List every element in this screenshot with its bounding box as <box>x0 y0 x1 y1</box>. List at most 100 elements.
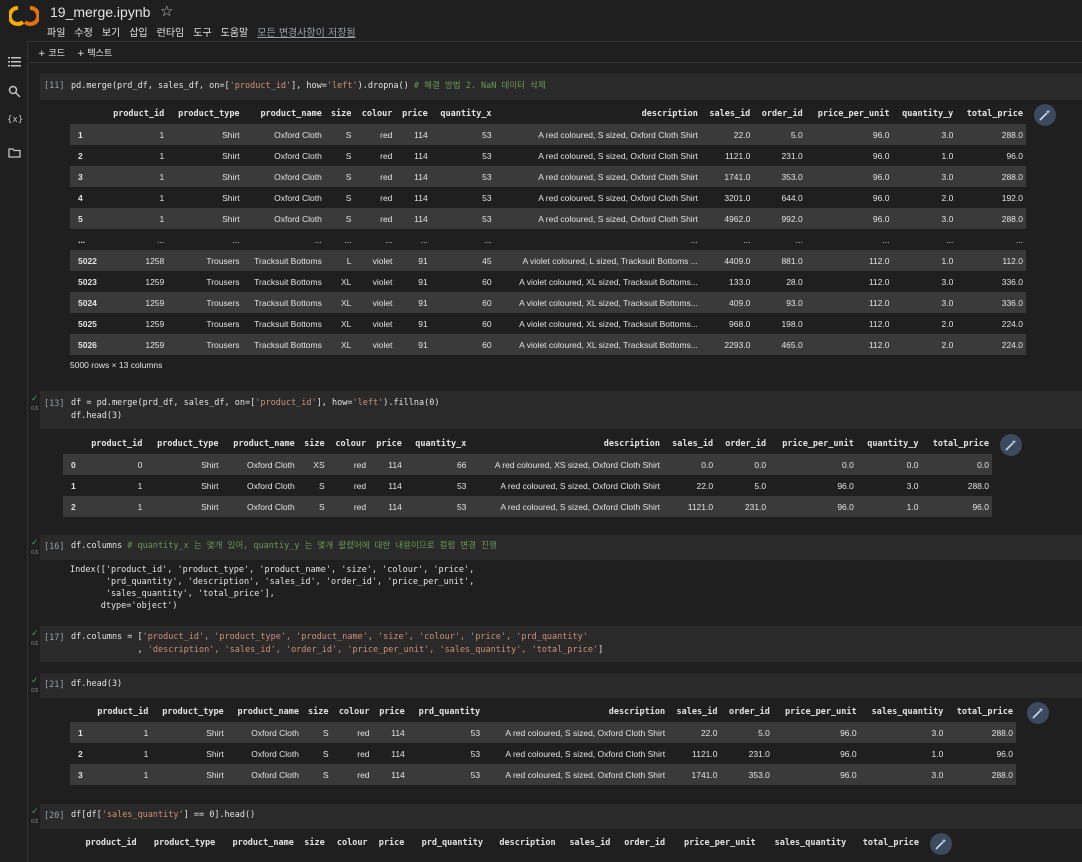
menu-insert[interactable]: 삽입 <box>129 24 147 39</box>
table-cell: 288.0 <box>991 769 1013 780</box>
table-cell: violet <box>372 339 393 350</box>
table-cell: A red coloured, S sized, Oxford Cloth Sh… <box>538 192 698 203</box>
table-cell: 114 <box>414 213 428 224</box>
table-cell: 53 <box>456 480 467 491</box>
code-text[interactable]: df = pd.merge(prd_df, sales_df, on=['pro… <box>71 397 440 423</box>
dataframe-table: product_id product_type product_name size co… <box>70 104 1026 355</box>
cell-16-output: Index(['product_id', 'product_type', 'pr… <box>40 560 1082 620</box>
add-text-button[interactable]: + 텍스트 <box>77 46 112 59</box>
table-cell: A red coloured, S sized, Oxford Cloth Sh… <box>538 213 698 224</box>
column-header: price_per_unit <box>782 439 854 449</box>
table-cell: 60 <box>482 276 492 287</box>
search-icon[interactable] <box>8 85 21 98</box>
table-cell: 112.0 <box>868 318 890 329</box>
table-cell: 60 <box>482 318 492 329</box>
column-header: total_price <box>956 707 1013 717</box>
table-cell: violet <box>372 297 393 308</box>
table-cell: 0 <box>137 459 143 470</box>
code-text[interactable]: pd.merge(prd_df, sales_df, on=['product_… <box>71 80 546 93</box>
table-cell: 114 <box>388 501 402 512</box>
table-row: 3 1 Shirt Oxford Cloth Sred 114 53 A red colour… <box>70 166 1026 187</box>
row-index: 3 <box>78 171 83 182</box>
menu-file[interactable]: 파일 <box>47 24 65 39</box>
code-cell-16[interactable]: ✓ 0초 [16] df.columns # quantity_x 는 몇개 있… <box>31 535 1082 560</box>
magic-wand-icon[interactable] <box>1027 702 1049 724</box>
table-cell: 1741.0 <box>691 769 718 780</box>
table-cell: 96.0 <box>872 150 890 161</box>
code-text[interactable]: df.head(3) <box>71 678 122 691</box>
table-cell: Oxford Cloth <box>251 727 299 738</box>
table-cell: 114 <box>414 171 428 182</box>
check-icon: ✓ <box>31 676 39 686</box>
menu-tools[interactable]: 도구 <box>193 24 211 39</box>
table-cell: A red coloured, S sized, Oxford Cloth Sh… <box>505 769 666 780</box>
column-header: sales_id <box>676 707 718 717</box>
menu-runtime[interactable]: 런타임 <box>157 24 185 39</box>
table-cell: 96.0 <box>837 480 854 491</box>
table-cell: 288.0 <box>1001 129 1023 140</box>
magic-wand-icon[interactable] <box>930 833 952 855</box>
menu-view[interactable]: 보기 <box>102 24 120 39</box>
table-row: 5024 1259 Trousers Tracksuit Bottoms XL viole… <box>70 292 1026 313</box>
table-cell: 66 <box>456 459 467 470</box>
code-cell-17[interactable]: ✓ 0초 [17] df.columns = ['product_id', 'p… <box>31 626 1082 662</box>
table-cell: 112.0 <box>868 276 890 287</box>
colab-logo[interactable] <box>9 5 39 27</box>
column-header: total_price <box>966 109 1023 119</box>
table-cell: 4962.0 <box>724 213 751 224</box>
table-cell: 96.0 <box>840 727 857 738</box>
table-cell: S <box>322 727 329 738</box>
cell-11-output: product_id product_type product_name size co… <box>40 100 1082 390</box>
table-cell: Tracksuit Bottoms <box>254 297 322 308</box>
table-row: 2 1 Shirt Oxford Cloth Sred 114 53 A red colour… <box>70 743 1016 764</box>
table-row: 5022 1258 Trousers Tracksuit Bottoms Lviolet… <box>70 250 1026 271</box>
table-cell: S <box>345 150 352 161</box>
table-cell: 91 <box>418 339 428 350</box>
table-row: 5025 1259 Trousers Tracksuit Bottoms XL viole… <box>70 313 1026 334</box>
column-header: price <box>402 109 428 119</box>
code-cell-21[interactable]: ✓ 0초 [21] df.head(3) <box>31 673 1082 698</box>
star-icon[interactable]: ☆ <box>160 2 173 20</box>
table-cell: XS <box>313 459 325 470</box>
column-header: product_type <box>157 439 219 449</box>
column-header: price_per_unit <box>784 707 857 717</box>
table-cell: 1.0 <box>941 255 954 266</box>
table-cell: 133.0 <box>729 276 751 287</box>
code-cell-11[interactable]: [11] pd.merge(prd_df, sales_df, on=['pro… <box>40 73 1082 100</box>
table-cell: Trousers <box>206 318 240 329</box>
table-cell: 91 <box>418 297 428 308</box>
column-header: product_type <box>162 707 224 717</box>
code-cell-20[interactable]: ✓ 0초 [20] df[df['sales_quantity'] == 0].… <box>31 804 1082 829</box>
column-header: quantity_x <box>440 109 492 119</box>
code-text[interactable]: df[df['sales_quantity'] == 0].head() <box>71 809 255 822</box>
code-cell-13[interactable]: ✓ 0초 [13] df = pd.merge(prd_df, sales_df… <box>31 391 1082 429</box>
table-cell: 112.0 <box>868 297 890 308</box>
table-cell: Shirt <box>206 748 224 759</box>
notebook-title[interactable]: 19_merge.ipynb <box>50 4 150 20</box>
magic-wand-icon[interactable] <box>1000 434 1022 456</box>
table-cell: 96.0 <box>972 501 989 512</box>
column-header: product_type <box>178 109 240 119</box>
save-status[interactable]: 모든 변경사항이 저장됨 <box>257 24 355 39</box>
magic-wand-icon[interactable] <box>1034 104 1056 126</box>
code-text[interactable]: df.columns # quantity_x 는 몇개 있어, quantiy… <box>71 540 497 553</box>
table-cell: Shirt <box>206 769 224 780</box>
menu-edit[interactable]: 수정 <box>74 24 92 39</box>
column-header: sales_id <box>672 439 714 449</box>
table-cell: 53 <box>456 501 467 512</box>
table-row: 1 1 Shirt Oxford Cloth Sred 114 53 A red colour… <box>63 475 992 496</box>
table-cell: 3.0 <box>941 171 954 182</box>
table-row: ........................................… <box>70 229 1026 250</box>
table-cell: 114 <box>388 459 402 470</box>
code-text[interactable]: df.columns = ['product_id', 'product_typ… <box>71 631 603 657</box>
add-code-button[interactable]: + 코드 <box>38 46 65 59</box>
folder-icon[interactable] <box>8 146 21 159</box>
toc-icon[interactable] <box>8 55 21 68</box>
table-row: 4 1 Shirt Oxford Cloth Sred 114 53 A red colour… <box>70 187 1026 208</box>
menu-help[interactable]: 도움말 <box>221 24 249 39</box>
column-header: price_per_unit <box>684 838 756 848</box>
variables-icon[interactable]: {x} <box>7 115 23 128</box>
table-cell: 336.0 <box>1001 297 1023 308</box>
table-cell: A red coloured, S sized, Oxford Cloth Sh… <box>538 171 698 182</box>
table-cell: 0.0 <box>754 459 767 470</box>
